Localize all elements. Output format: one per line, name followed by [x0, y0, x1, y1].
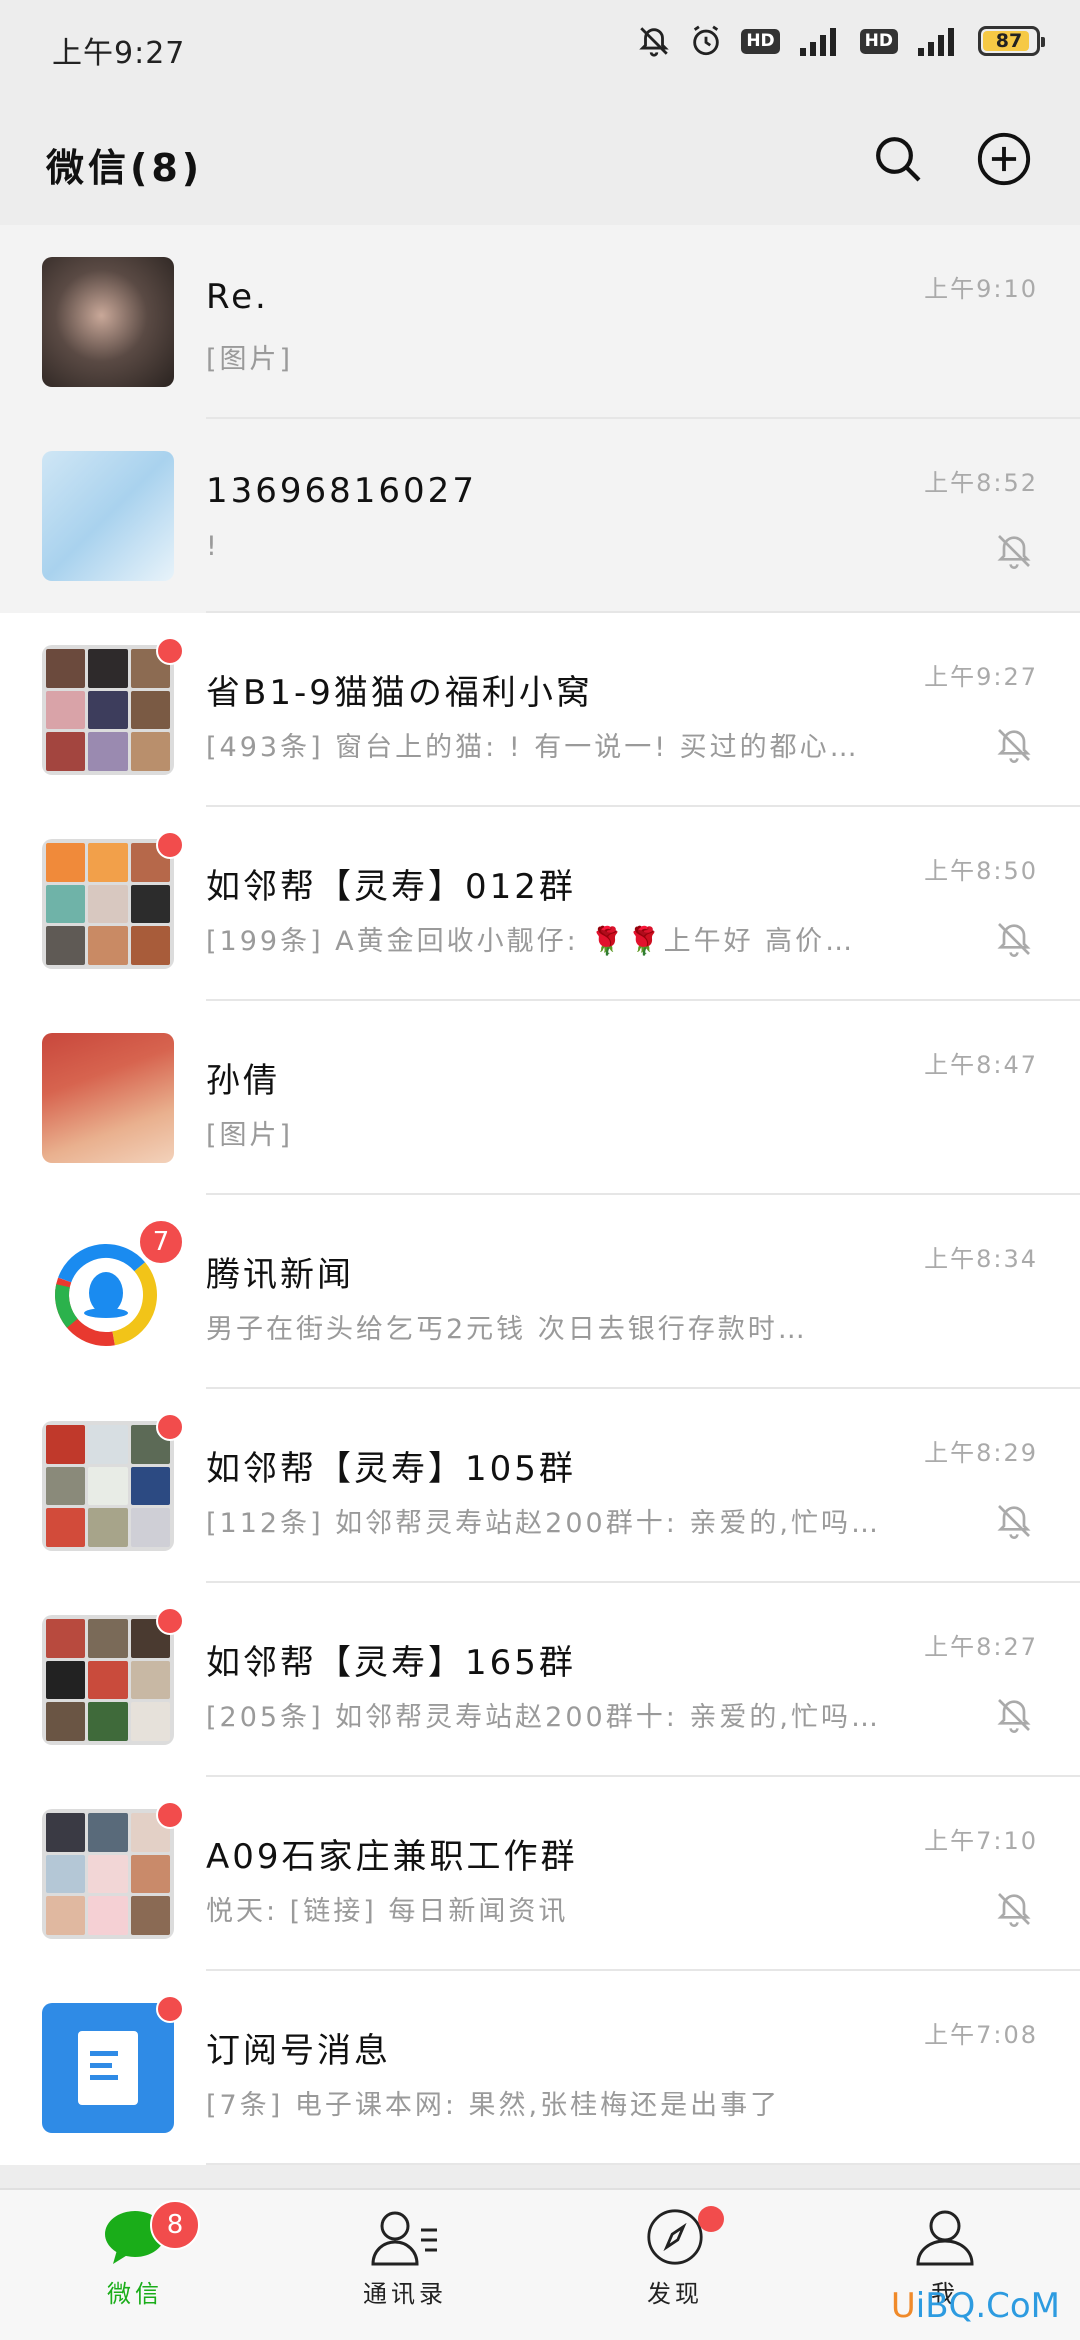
chat-name: 孙倩	[206, 1061, 280, 1101]
chat-time: 上午8:29	[924, 1439, 1038, 1467]
bell-muted-icon	[997, 923, 1031, 957]
avatar	[42, 1033, 174, 1163]
tab-contacts[interactable]: 通讯录	[270, 2190, 540, 2340]
chat-name: A09石家庄兼职工作群	[206, 1837, 578, 1877]
add-button[interactable]	[972, 127, 1036, 191]
hd-icon: HD	[741, 28, 780, 54]
profile-icon	[916, 2210, 974, 2266]
unread-dot	[156, 1607, 184, 1635]
watermark-text: iBQ.CoM	[915, 2286, 1060, 2326]
plus-circle-icon	[977, 132, 1031, 186]
tab-label: 微信	[107, 2280, 163, 2308]
chat-time: 上午8:27	[924, 1633, 1038, 1661]
chat-name: 订阅号消息	[206, 2031, 391, 2071]
tab-label: 发现	[647, 2280, 703, 2308]
chat-item[interactable]: 如邻帮【灵寿】105群 [112条] 如邻帮灵寿站赵200群十: 亲爱的,忙吗……	[0, 1389, 1080, 1583]
group-avatar	[42, 839, 174, 969]
chat-name: Re.	[206, 277, 269, 317]
signal-icon	[798, 26, 842, 56]
chat-list: Re. [图片] 上午9:10 13696816027 ! 上午8:52 省B1…	[0, 225, 1080, 2188]
chat-item[interactable]: 13696816027 ! 上午8:52	[0, 419, 1080, 613]
bell-muted-icon	[997, 1699, 1031, 1733]
bell-muted-icon	[997, 535, 1031, 569]
unread-dot	[156, 637, 184, 665]
chat-time: 上午7:08	[924, 2021, 1038, 2049]
chat-name: 如邻帮【灵寿】165群	[206, 1643, 576, 1683]
chat-item[interactable]: 省B1-9猫猫の福利小窝 [493条] 窗台上的猫: ! 有一说一! 买过的都心…	[0, 613, 1080, 807]
group-avatar	[42, 1421, 174, 1551]
page-title: 微信(8)	[46, 146, 204, 190]
status-time: 上午9:27	[52, 36, 186, 71]
chat-preview: [199条] A黄金回收小靓仔: 🌹🌹上午好 高价…	[206, 926, 856, 957]
chat-name: 如邻帮【灵寿】012群	[206, 867, 576, 907]
chat-item[interactable]: A09石家庄兼职工作群 悦天: [链接] 每日新闻资讯 上午7:10	[0, 1777, 1080, 1971]
chat-item[interactable]: Re. [图片] 上午9:10	[0, 225, 1080, 419]
contacts-icon	[371, 2211, 437, 2266]
chat-preview: [7条] 电子课本网: 果然,张桂梅还是出事了	[206, 2090, 781, 2121]
chat-name: 腾讯新闻	[206, 1255, 354, 1295]
bell-muted-icon	[997, 729, 1031, 763]
chat-preview: [图片]	[206, 344, 294, 375]
status-bar: 上午9:27 HD HD 87	[0, 0, 1080, 95]
tab-unread-badge: 8	[150, 2200, 200, 2250]
alarm-icon	[689, 24, 723, 58]
chat-item[interactable]: 如邻帮【灵寿】012群 [199条] A黄金回收小靓仔: 🌹🌹上午好 高价… 上…	[0, 807, 1080, 1001]
chat-preview: [112条] 如邻帮灵寿站赵200群十: 亲爱的,忙吗…	[206, 1508, 881, 1539]
chat-name: 13696816027	[206, 471, 477, 511]
search-icon	[876, 137, 921, 182]
avatar	[42, 257, 174, 387]
unread-dot	[156, 831, 184, 859]
divider	[206, 2163, 1080, 2165]
signal-icon-2	[916, 26, 960, 56]
chat-time: 上午8:34	[924, 1245, 1038, 1273]
bell-muted-icon	[997, 1893, 1031, 1927]
bell-muted-icon	[997, 1505, 1031, 1539]
unread-dot	[698, 2206, 724, 2232]
status-icons: HD HD 87	[637, 24, 1045, 58]
battery-level: 87	[995, 30, 1023, 52]
bell-muted-icon	[637, 24, 671, 58]
unread-dot	[156, 1801, 184, 1829]
battery-icon: 87	[978, 26, 1045, 56]
group-avatar	[42, 1615, 174, 1745]
group-avatar	[42, 1809, 174, 1939]
tab-chats[interactable]: 8 微信	[0, 2190, 270, 2340]
unread-dot	[156, 1413, 184, 1441]
chat-preview: [205条] 如邻帮灵寿站赵200群十: 亲爱的,忙吗…	[206, 1702, 881, 1733]
app-header: 微信(8)	[0, 95, 1080, 225]
chat-name: 省B1-9猫猫の福利小窝	[206, 673, 593, 713]
chat-item[interactable]: 7 腾讯新闻 男子在街头给乞丐2元钱 次日去银行存款时… 上午8:34	[0, 1195, 1080, 1389]
watermark-prefix: U	[890, 2286, 916, 2326]
tab-label: 通讯录	[363, 2280, 447, 2308]
chat-time: 上午9:10	[924, 275, 1038, 303]
chat-item[interactable]: 孙倩 [图片] 上午8:47	[0, 1001, 1080, 1195]
bottom-tab-bar: 8 微信 通讯录 发现 我 UiBQ.CoM	[0, 2188, 1080, 2340]
unread-dot	[156, 1995, 184, 2023]
chat-time: 上午8:52	[924, 469, 1038, 497]
chat-preview: 男子在街头给乞丐2元钱 次日去银行存款时…	[206, 1314, 808, 1345]
chat-item[interactable]: 如邻帮【灵寿】165群 [205条] 如邻帮灵寿站赵200群十: 亲爱的,忙吗……	[0, 1583, 1080, 1777]
avatar	[42, 451, 174, 581]
chat-time: 上午8:47	[924, 1051, 1038, 1079]
tab-discover[interactable]: 发现	[540, 2190, 810, 2340]
chat-time: 上午9:27	[924, 663, 1038, 691]
chat-name: 如邻帮【灵寿】105群	[206, 1449, 576, 1489]
unread-count-badge: 7	[138, 1219, 184, 1265]
chat-time: 上午8:50	[924, 857, 1038, 885]
hd-icon-2: HD	[859, 28, 898, 54]
watermark: UiBQ.CoM	[891, 2286, 1060, 2326]
chat-time: 上午7:10	[924, 1827, 1038, 1855]
subscription-icon	[42, 2003, 174, 2133]
chat-preview: [图片]	[206, 1120, 294, 1151]
chat-preview: !	[206, 531, 220, 562]
chat-item[interactable]: 订阅号消息 [7条] 电子课本网: 果然,张桂梅还是出事了 上午7:08	[0, 1971, 1080, 2165]
chat-preview: [493条] 窗台上的猫: ! 有一说一! 买过的都心…	[206, 732, 860, 763]
chat-preview: 悦天: [链接] 每日新闻资讯	[206, 1896, 569, 1927]
compass-icon	[647, 2209, 703, 2265]
search-button[interactable]	[866, 127, 930, 191]
group-avatar	[42, 645, 174, 775]
